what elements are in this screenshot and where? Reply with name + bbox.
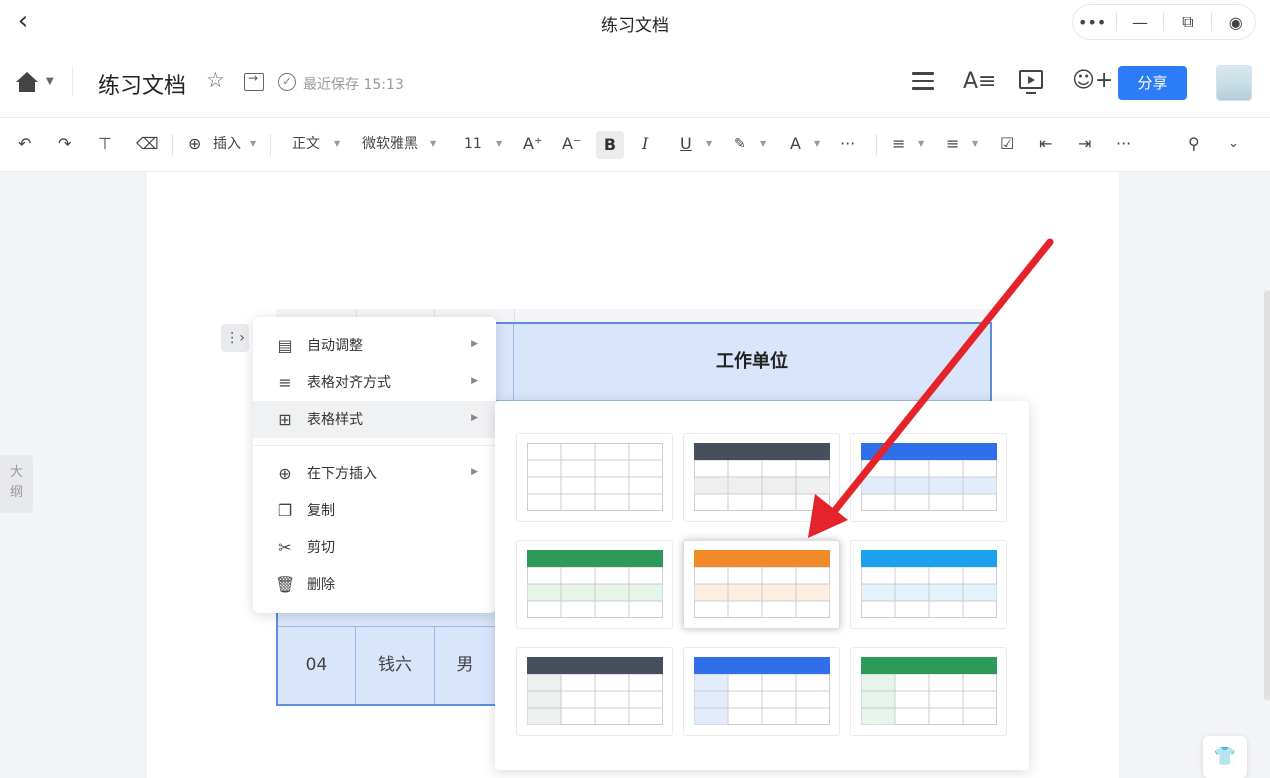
annotation-arrow-icon <box>0 0 1270 778</box>
theme-skin-icon[interactable]: 👕 <box>1203 736 1247 778</box>
